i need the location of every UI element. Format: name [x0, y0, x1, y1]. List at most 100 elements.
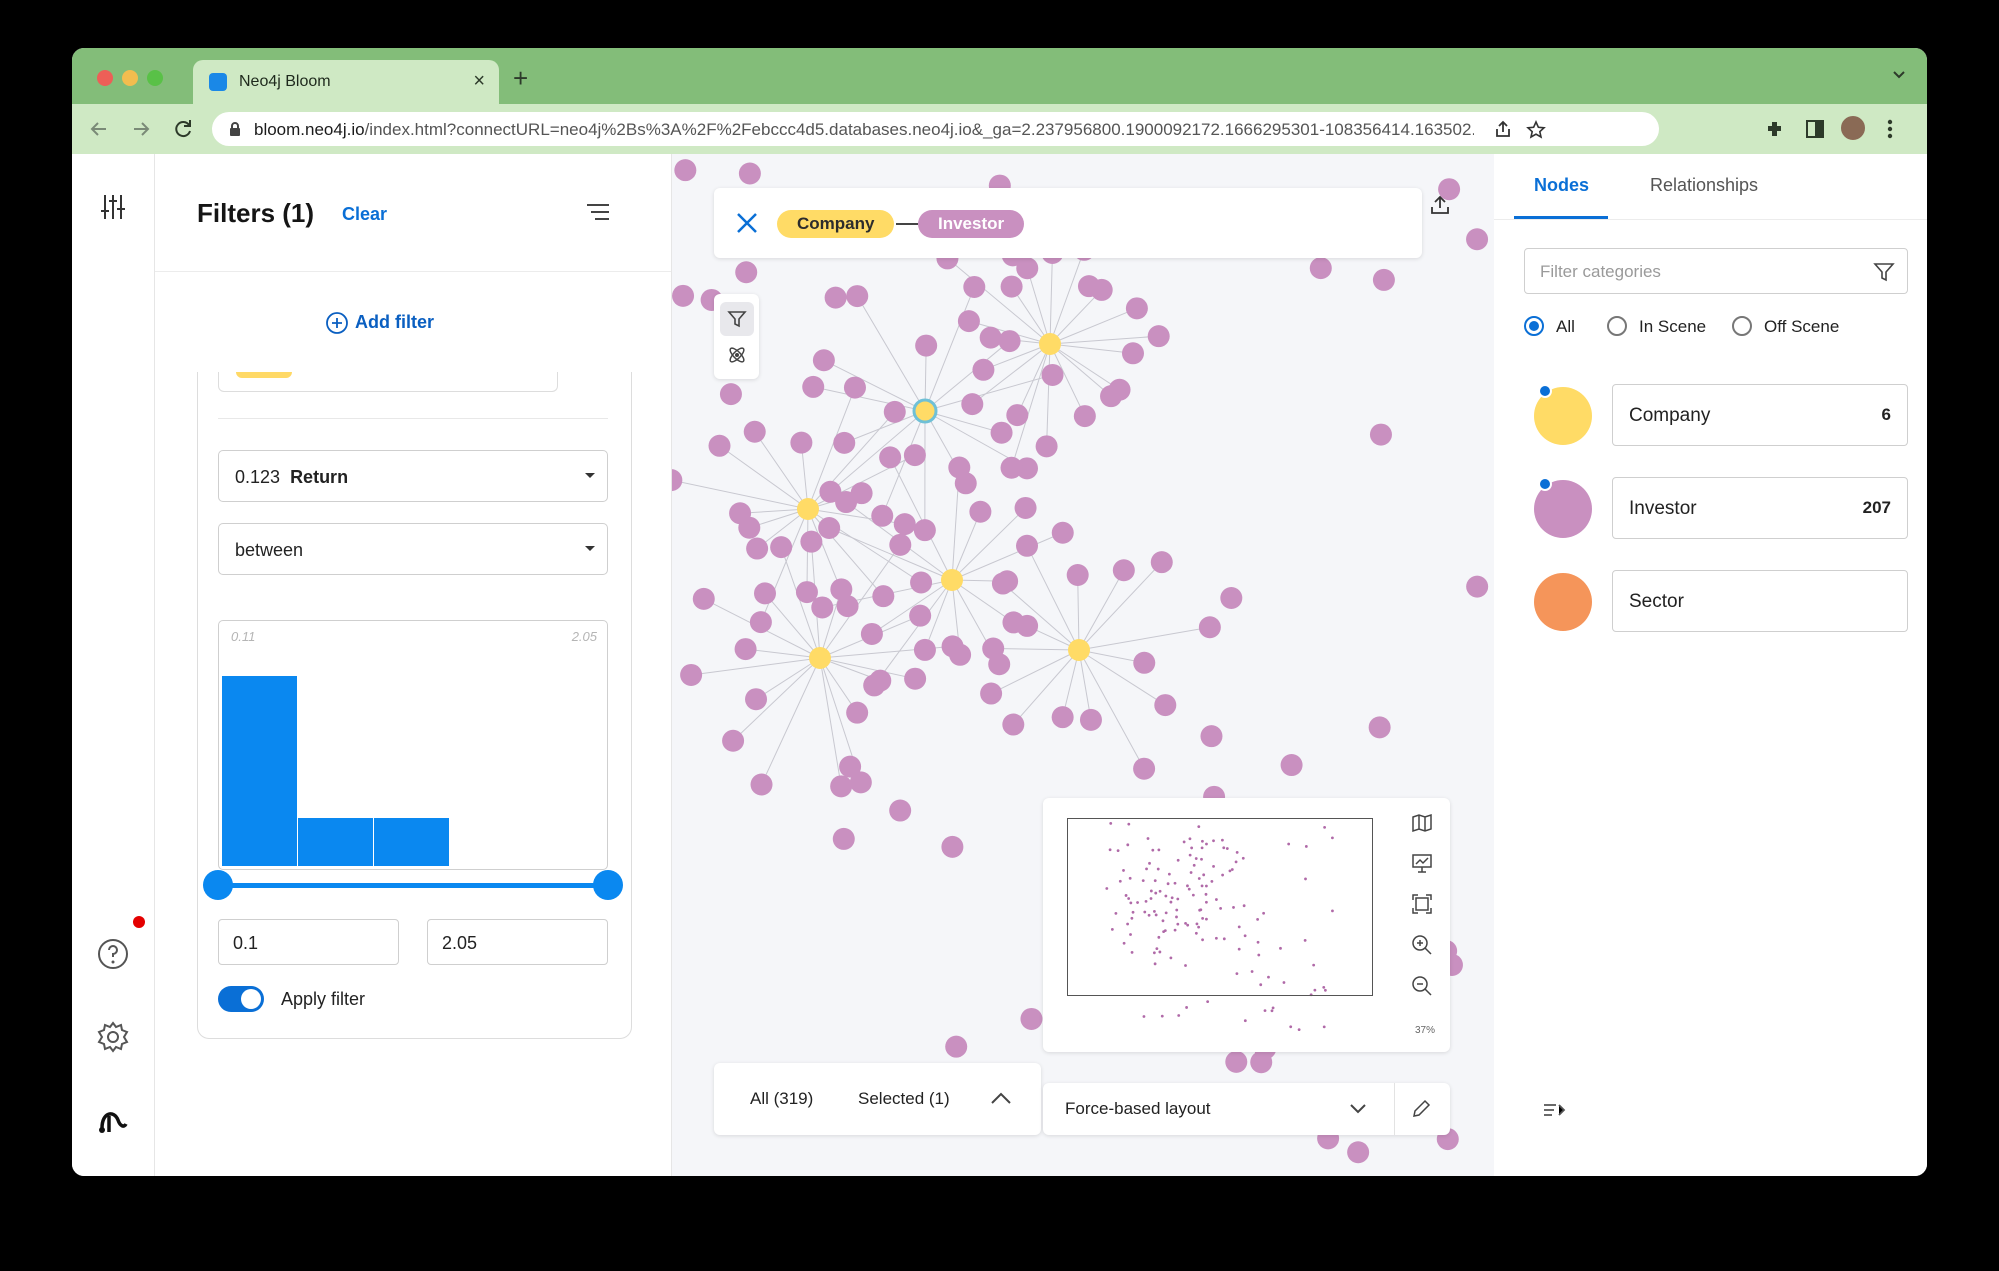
investor-node[interactable] [1154, 694, 1177, 717]
help-icon[interactable] [96, 937, 130, 971]
investor-node[interactable] [1073, 405, 1096, 428]
investor-node[interactable] [802, 375, 825, 398]
investor-node[interactable] [818, 516, 841, 539]
investor-node[interactable] [963, 275, 986, 298]
selected-count[interactable]: Selected (1) [858, 1089, 950, 1109]
investor-node[interactable] [674, 159, 697, 182]
tab-close-icon[interactable]: × [473, 70, 485, 93]
investor-node[interactable] [746, 537, 769, 560]
investor-node[interactable] [1041, 363, 1064, 386]
investor-node[interactable] [729, 502, 752, 525]
investor-node[interactable] [904, 667, 927, 690]
investor-node[interactable] [1112, 559, 1135, 582]
investor-node[interactable] [839, 755, 862, 778]
investor-node[interactable] [1220, 587, 1243, 610]
investor-node[interactable] [1200, 725, 1223, 748]
investor-node[interactable] [1016, 614, 1039, 637]
sort-icon[interactable] [1542, 1100, 1566, 1120]
company-node[interactable] [809, 647, 831, 669]
investor-node[interactable] [1133, 651, 1156, 674]
apply-filter-toggle[interactable] [218, 986, 264, 1012]
investor-node[interactable] [903, 444, 926, 467]
investor-node[interactable] [800, 530, 823, 553]
investor-node[interactable] [811, 596, 834, 619]
operator-select[interactable]: between [218, 523, 608, 575]
investor-node[interactable] [846, 285, 869, 308]
investor-node[interactable] [1150, 551, 1173, 574]
legend-item-company[interactable]: Company 6 [1612, 384, 1908, 446]
property-select[interactable]: 0.123 Return [218, 450, 608, 502]
investor-node[interactable] [1020, 1007, 1043, 1030]
url-text[interactable]: bloom.neo4j.io/index.html?connectURL=neo… [254, 120, 1474, 140]
profile-avatar[interactable] [1839, 114, 1867, 142]
minimize-window-button[interactable] [122, 70, 138, 86]
filter-sliders-icon[interactable] [96, 190, 130, 224]
legend-item-investor[interactable]: Investor 207 [1612, 477, 1908, 539]
investor-node[interactable] [734, 638, 757, 661]
investor-node[interactable] [1000, 275, 1023, 298]
investor-node[interactable] [909, 604, 932, 627]
investor-node[interactable] [1347, 1141, 1370, 1164]
investor-node[interactable] [972, 358, 995, 381]
minimap[interactable]: 37% [1043, 798, 1450, 1052]
company-node[interactable] [1039, 333, 1061, 355]
extensions-icon[interactable] [1764, 118, 1786, 140]
filter-tool-button[interactable] [720, 302, 754, 336]
investor-node[interactable] [1016, 534, 1039, 557]
investor-node[interactable] [879, 446, 902, 469]
company-node[interactable] [1068, 639, 1090, 661]
address-bar[interactable]: bloom.neo4j.io/index.html?connectURL=neo… [212, 112, 1659, 146]
close-window-button[interactable] [97, 70, 113, 86]
map-icon[interactable] [1411, 812, 1433, 834]
legend-item-sector[interactable]: Sector [1612, 570, 1908, 632]
investor-node[interactable] [1035, 435, 1058, 458]
investor-node[interactable] [1002, 713, 1025, 736]
minimap-viewport[interactable] [1067, 818, 1373, 996]
layout-select[interactable]: Force-based layout [1043, 1083, 1450, 1135]
investor-node[interactable] [872, 585, 895, 608]
export-icon[interactable] [1429, 194, 1451, 216]
investor-node[interactable] [745, 688, 768, 711]
lock-icon[interactable] [228, 121, 242, 137]
tab-search-icon[interactable] [1891, 66, 1907, 82]
range-min-input[interactable]: 0.1 [218, 919, 399, 965]
investor-node[interactable] [860, 622, 883, 645]
radio-off-scene[interactable] [1732, 316, 1752, 336]
rule-style-button[interactable] [720, 338, 754, 372]
investor-node[interactable] [708, 434, 731, 457]
investor-node[interactable] [692, 587, 715, 610]
tab-relationships[interactable]: Relationships [1650, 175, 1758, 196]
investor-node[interactable] [835, 491, 858, 514]
investor-node[interactable] [1280, 754, 1303, 777]
investor-node[interactable] [941, 635, 964, 658]
investor-node[interactable] [1369, 423, 1392, 446]
investor-node[interactable] [1079, 708, 1102, 731]
chevron-up-icon[interactable] [990, 1091, 1012, 1105]
presentation-icon[interactable] [1411, 852, 1433, 874]
investor-node[interactable] [1066, 563, 1089, 586]
investor-node[interactable] [969, 500, 992, 523]
investor-node[interactable] [998, 330, 1021, 353]
filter-categories-input[interactable]: Filter categories [1524, 248, 1908, 294]
investor-node[interactable] [991, 572, 1014, 595]
maximize-window-button[interactable] [147, 70, 163, 86]
back-icon[interactable] [88, 118, 110, 140]
investor-node[interactable] [869, 669, 892, 692]
close-icon[interactable] [734, 210, 760, 236]
share-icon[interactable] [1494, 120, 1512, 138]
company-node[interactable] [912, 398, 938, 424]
range-slider-track[interactable] [218, 883, 608, 888]
company-node[interactable] [797, 498, 819, 520]
investor-node[interactable] [719, 383, 742, 406]
investor-node[interactable] [1077, 275, 1100, 298]
investor-node[interactable] [893, 513, 916, 536]
all-count[interactable]: All (319) [750, 1089, 813, 1109]
investor-node[interactable] [812, 349, 835, 372]
side-panel-icon[interactable] [1804, 118, 1826, 140]
bookmark-star-icon[interactable] [1526, 120, 1546, 140]
investor-node[interactable] [982, 637, 1005, 660]
investor-node[interactable] [913, 519, 936, 542]
investor-node[interactable] [1225, 1050, 1248, 1073]
sector-color-swatch[interactable] [1534, 573, 1592, 631]
investor-node[interactable] [738, 162, 761, 185]
